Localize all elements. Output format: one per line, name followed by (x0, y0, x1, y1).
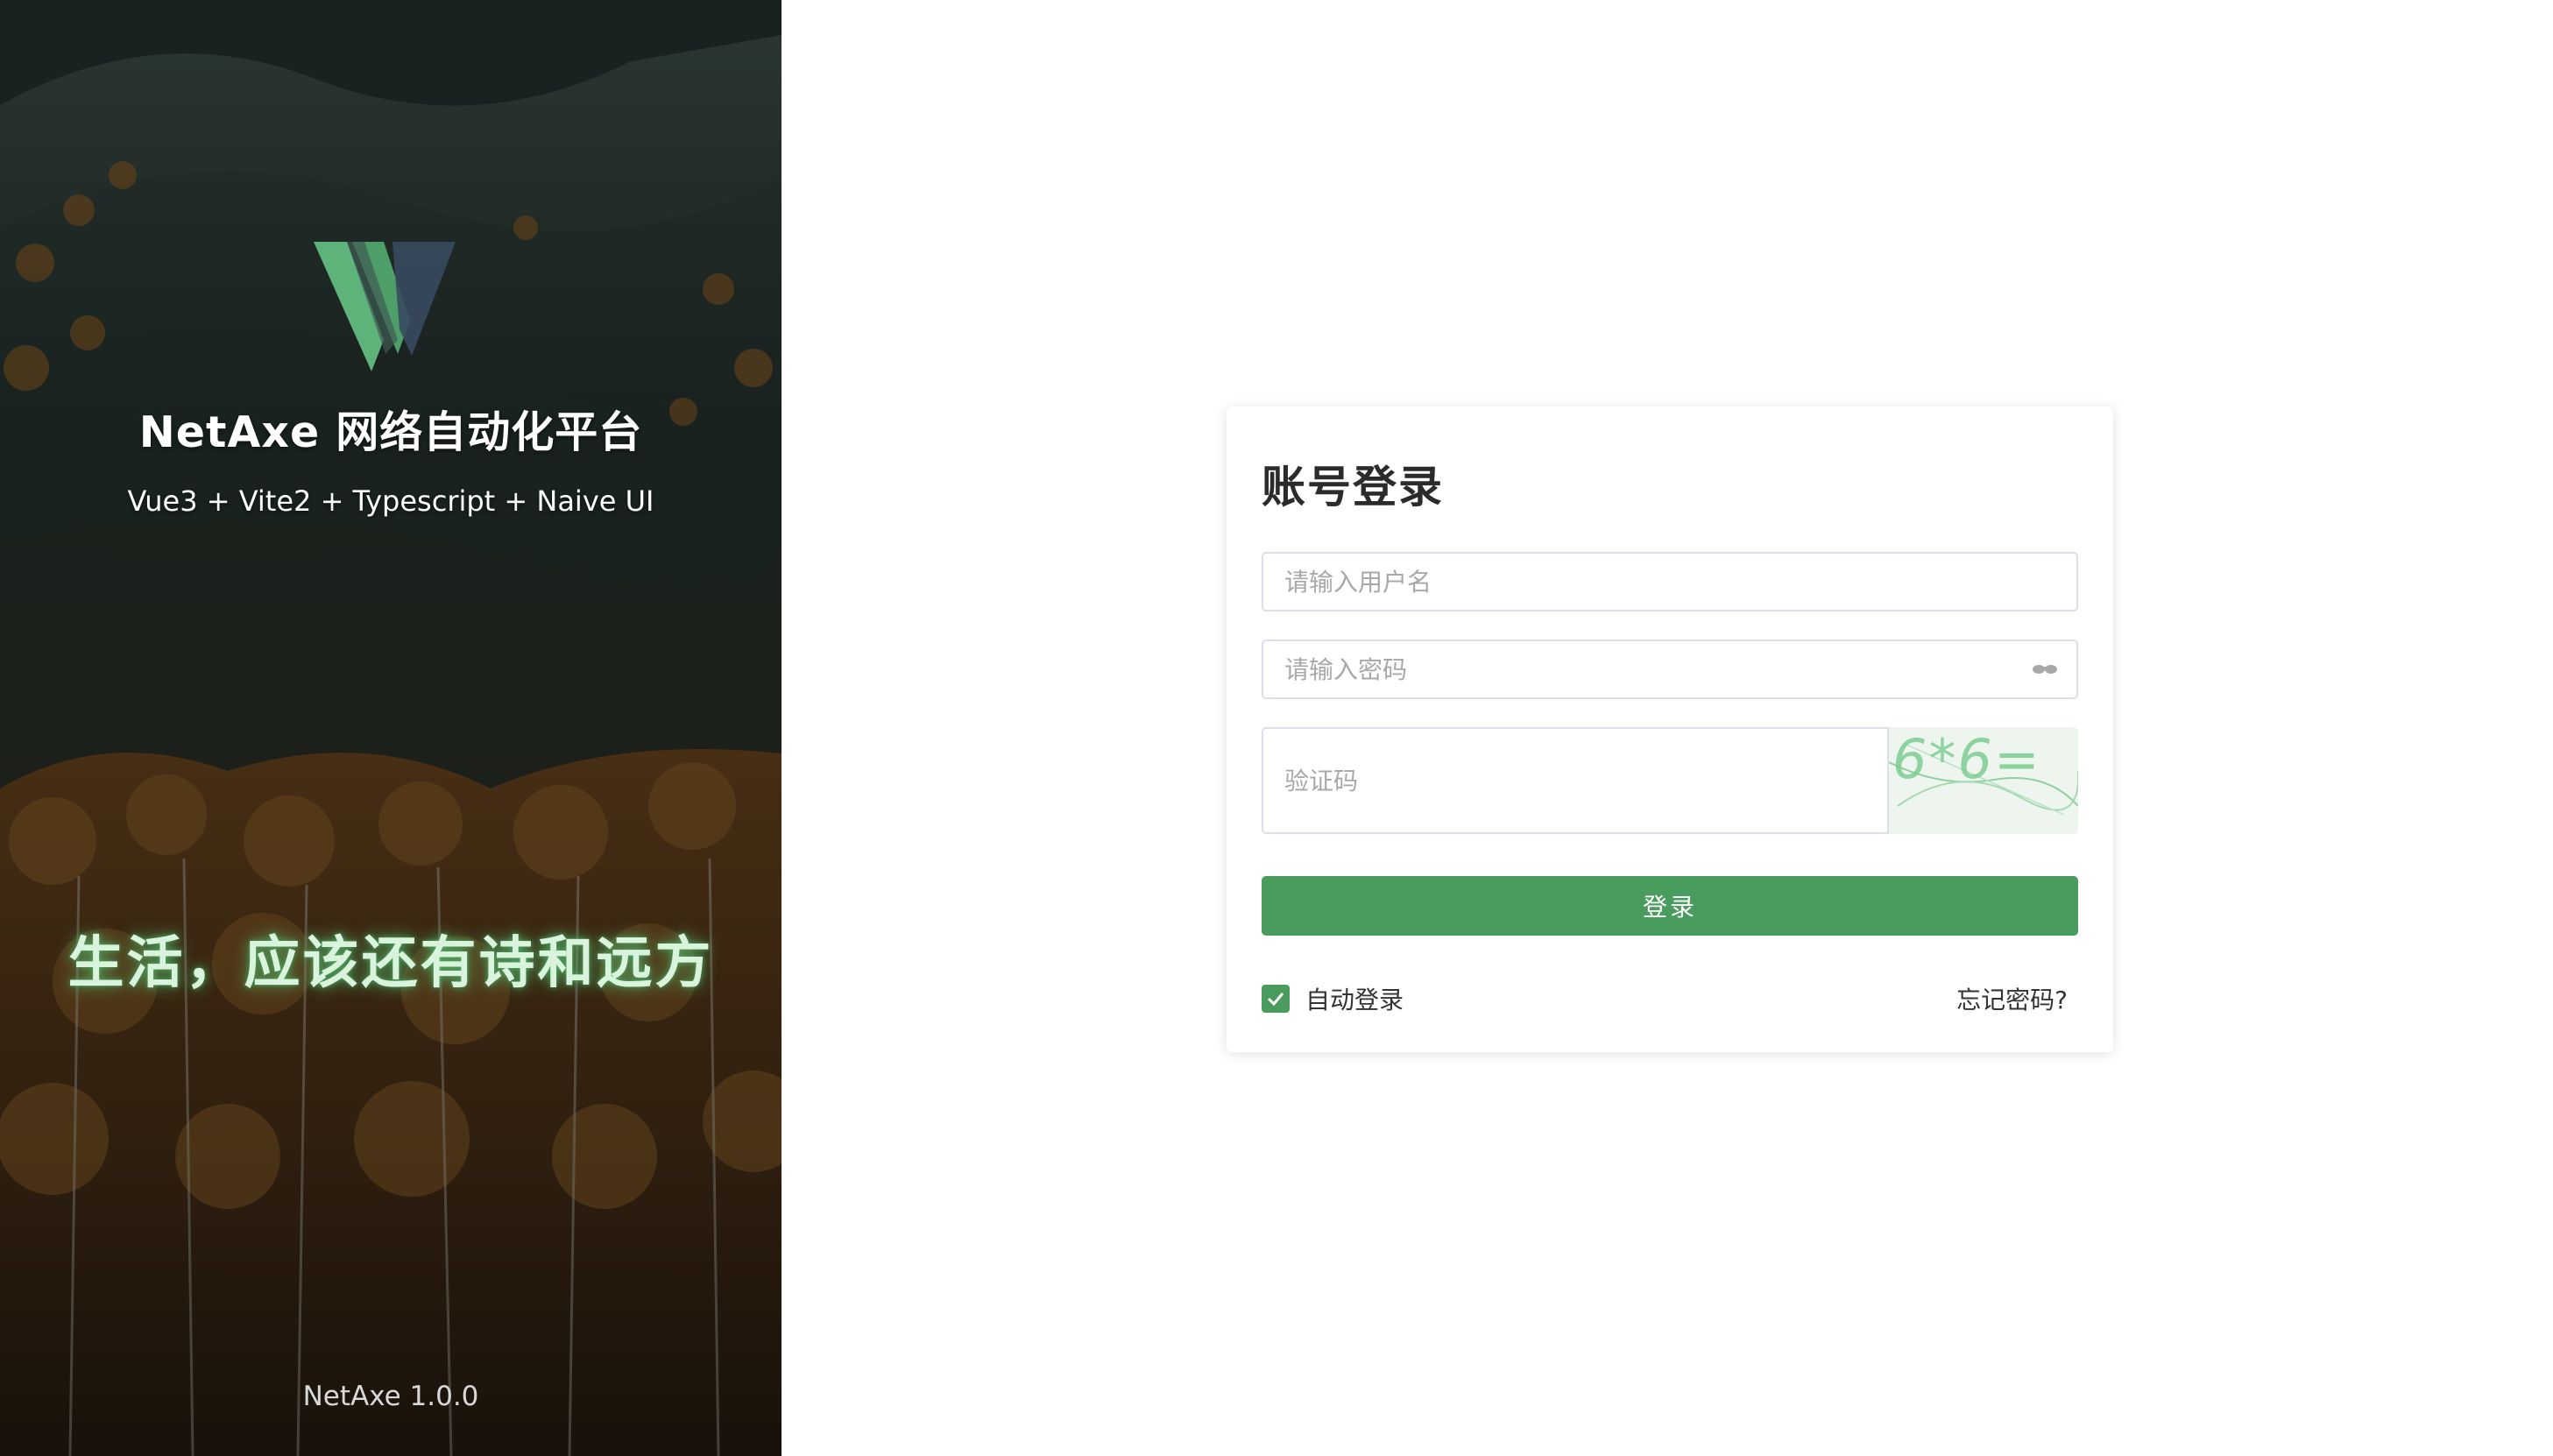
version-text: NetAxe 1.0.0 (302, 1381, 479, 1412)
captcha-input[interactable] (1263, 729, 1887, 832)
login-options-row: 自动登录 忘记密码? (1262, 981, 2078, 1016)
username-field (1262, 552, 2078, 611)
login-button[interactable]: 登录 (1262, 876, 2078, 936)
login-title: 账号登录 (1262, 462, 1444, 512)
captcha-field (1262, 727, 1889, 834)
show-password-toggle-icon[interactable] (2024, 641, 2066, 697)
brand-title: NetAxe 网络自动化平台 (138, 407, 643, 457)
password-input[interactable] (1263, 641, 2024, 697)
login-card: 账号登录 请输入用户名 验证码 6*6= 登录 自动登录 忘记密码? (1227, 406, 2113, 1052)
auto-login-checkbox[interactable]: 自动登录 (1262, 981, 1404, 1016)
captcha-text: 6*6= (1892, 727, 2041, 791)
password-field (1262, 640, 2078, 699)
forgot-password-link[interactable]: 忘记密码? (1956, 981, 2068, 1016)
login-page: NetAxe 网络自动化平台 Vue3 + Vite2 + Typescript… (0, 0, 2553, 1456)
login-area: 账号登录 请输入用户名 验证码 6*6= 登录 自动登录 忘记密码? (781, 0, 2553, 1456)
checkmark-icon[interactable] (1262, 985, 1290, 1013)
slogan-text: 生活，应该还有诗和远方 (67, 931, 714, 996)
username-input[interactable] (1263, 554, 2076, 610)
branding-panel: NetAxe 网络自动化平台 Vue3 + Vite2 + Typescript… (0, 0, 781, 1456)
netaxe-w-logo-icon (314, 242, 456, 371)
auto-login-label: 自动登录 (1305, 986, 1404, 1014)
branding-content: NetAxe 网络自动化平台 Vue3 + Vite2 + Typescript… (0, 0, 781, 1456)
captcha-image[interactable]: 6*6= (1889, 727, 2078, 834)
brand-subtitle: Vue3 + Vite2 + Typescript + Naive UI (127, 484, 654, 518)
